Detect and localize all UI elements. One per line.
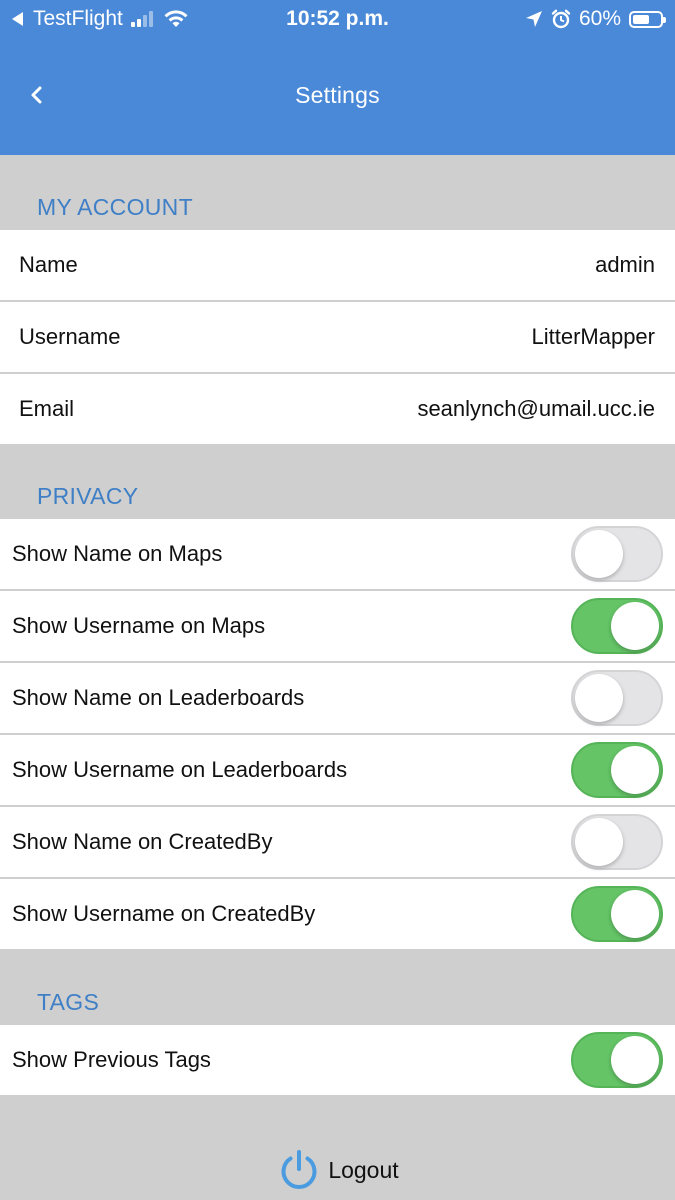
account-row-name[interactable]: Name admin (0, 230, 675, 300)
alarm-clock-icon (551, 9, 571, 29)
nav-bar: Settings (0, 60, 675, 132)
account-row-email[interactable]: Email seanlynch@umail.ucc.ie (0, 374, 675, 444)
toggle-knob (611, 602, 659, 650)
battery-icon (629, 10, 666, 28)
row-label: Show Username on Leaderboards (12, 757, 348, 782)
page-title: Settings (295, 82, 380, 108)
toggle-show-name-leaderboards[interactable] (571, 670, 663, 726)
toggle-show-username-createdby[interactable] (571, 886, 663, 942)
toggle-knob (575, 674, 623, 722)
toggle-knob (575, 530, 623, 578)
row-label: Name (19, 252, 78, 277)
section-header-my-account: MY ACCOUNT (37, 194, 193, 220)
account-row-username[interactable]: Username LitterMapper (0, 302, 675, 372)
toggle-show-previous-tags[interactable] (571, 1032, 663, 1088)
row-label: Show Name on CreatedBy (12, 829, 273, 854)
section-header-tags: TAGS (37, 989, 100, 1015)
privacy-row-username-leaderboards: Show Username on Leaderboards (0, 735, 675, 805)
row-label: Email (19, 396, 75, 421)
battery-percent: 60% (578, 7, 621, 30)
toggle-knob (611, 746, 659, 794)
toggle-show-username-maps[interactable] (571, 598, 663, 654)
status-bar-right: 60% (525, 7, 666, 31)
location-arrow-icon (525, 11, 542, 27)
section-header-privacy: PRIVACY (37, 483, 139, 509)
row-value: seanlynch@umail.ucc.ie (417, 396, 655, 421)
row-value: admin (595, 252, 655, 277)
row-value: LitterMapper (531, 324, 655, 349)
tags-row-previous-tags: Show Previous Tags (0, 1025, 675, 1095)
row-label: Username (19, 324, 121, 349)
row-label: Show Username on CreatedBy (12, 901, 316, 926)
row-label: Show Username on Maps (12, 613, 266, 638)
toggle-knob (611, 1036, 659, 1084)
row-label: Show Name on Maps (12, 541, 223, 566)
toggle-show-name-maps[interactable] (571, 526, 663, 582)
header-bar: TestFlight 10:52 p.m. 60% Settings (0, 0, 675, 155)
toggle-show-username-leaderboards[interactable] (571, 742, 663, 798)
privacy-row-username-createdby: Show Username on CreatedBy (0, 879, 675, 949)
toggle-knob (575, 818, 623, 866)
power-icon (281, 1150, 317, 1189)
privacy-row-name-maps: Show Name on Maps (0, 519, 675, 589)
privacy-row-name-createdby: Show Name on CreatedBy (0, 807, 675, 877)
logout-button[interactable]: Logout (0, 1140, 675, 1200)
privacy-row-username-maps: Show Username on Maps (0, 591, 675, 661)
row-label: Show Name on Leaderboards (12, 685, 305, 710)
logout-label: Logout (328, 1156, 399, 1183)
row-label: Show Previous Tags (12, 1047, 211, 1072)
status-bar: TestFlight 10:52 p.m. 60% (0, 0, 675, 38)
privacy-row-name-leaderboards: Show Name on Leaderboards (0, 663, 675, 733)
toggle-show-name-createdby[interactable] (571, 814, 663, 870)
toggle-knob (611, 890, 659, 938)
